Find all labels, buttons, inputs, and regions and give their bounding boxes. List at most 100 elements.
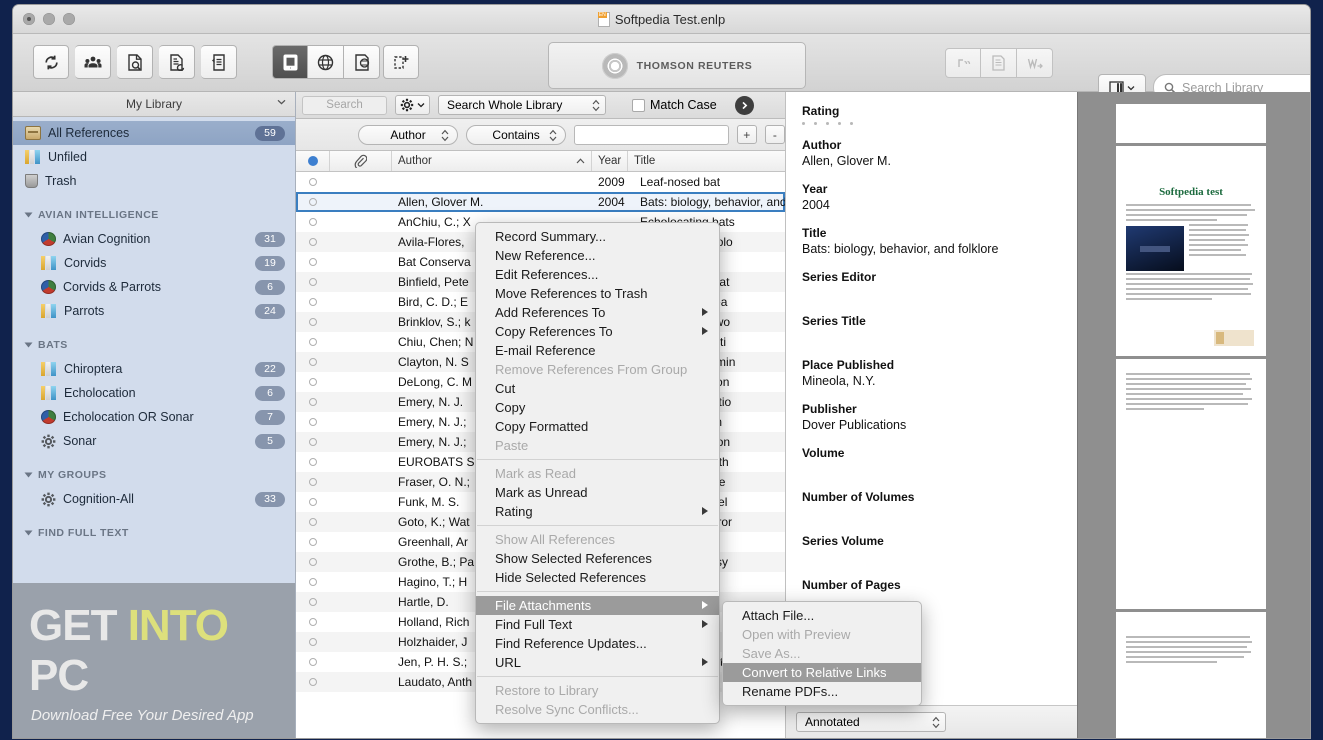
share-library-icon[interactable] [75, 45, 111, 79]
row-read-status[interactable] [296, 358, 330, 366]
row-read-status[interactable] [296, 438, 330, 446]
sidebar-item-parrots[interactable]: Parrots 24 [13, 299, 295, 323]
menu-item-rating[interactable]: Rating [476, 502, 719, 521]
sidebar-item-echolocation-or-sonar[interactable]: Echolocation OR Sonar 7 [13, 405, 295, 429]
search-collapse-button[interactable] [734, 95, 754, 115]
disclosure-triangle-icon[interactable] [24, 212, 33, 218]
sidebar-group-header[interactable]: AVIAN INTELLIGENCE [13, 203, 295, 227]
table-row[interactable]: Allen, Glover M. 2004 Bats: biology, behav… [296, 192, 785, 212]
preview-panel-icon[interactable] [272, 45, 308, 79]
sidebar-item-chiroptera[interactable]: Chiroptera 22 [13, 357, 295, 381]
row-read-status[interactable] [296, 378, 330, 386]
menu-item-cut[interactable]: Cut [476, 379, 719, 398]
rating-stars[interactable] [802, 122, 1061, 125]
pdf-preview-pane[interactable]: Softpedia test [1077, 92, 1310, 738]
context-menu[interactable]: Record Summary... New Reference... Edit Re… [475, 222, 720, 724]
menu-item-edit-references[interactable]: Edit References... [476, 265, 719, 284]
menu-item-record-summary[interactable]: Record Summary... [476, 227, 719, 246]
new-group-icon[interactable] [383, 45, 419, 79]
match-case-checkbox[interactable]: Match Case [632, 98, 717, 112]
column-year[interactable]: Year [592, 151, 628, 171]
online-search-icon[interactable] [117, 45, 153, 79]
menu-item-find-full-text[interactable]: Find Full Text [476, 615, 719, 634]
sidebar-item-unfiled[interactable]: Unfiled [13, 145, 295, 169]
row-read-status[interactable] [296, 478, 330, 486]
remove-filter-row-button[interactable]: - [764, 125, 785, 144]
row-read-status[interactable] [296, 578, 330, 586]
row-read-status[interactable] [296, 198, 330, 206]
filter-operator-select[interactable]: Contains [466, 124, 567, 145]
detail-field-value[interactable] [802, 462, 1061, 477]
menu-item-add-references-to[interactable]: Add References To [476, 303, 719, 322]
rating-star-icon[interactable] [826, 122, 829, 125]
search-options-button[interactable] [395, 95, 430, 115]
insert-citation-icon[interactable] [945, 48, 981, 78]
output-style-select[interactable]: Annotated [796, 712, 946, 732]
filter-value-input[interactable] [574, 124, 729, 145]
row-read-status[interactable] [296, 318, 330, 326]
row-read-status[interactable] [296, 678, 330, 686]
detail-field-value[interactable]: Bats: biology, behavior, and folklore [802, 242, 1061, 257]
sidebar-item-cognition-all[interactable]: Cognition-All 33 [13, 487, 295, 511]
row-read-status[interactable] [296, 218, 330, 226]
filter-field-select[interactable]: Author [358, 124, 459, 145]
detail-field-value[interactable] [802, 286, 1061, 301]
column-author[interactable]: Author [392, 151, 592, 171]
row-read-status[interactable] [296, 178, 330, 186]
match-case-box[interactable] [632, 98, 645, 112]
sidebar-item-avian-cognition[interactable]: Avian Cognition 31 [13, 227, 295, 251]
sidebar-item-corvids[interactable]: Corvids 19 [13, 251, 295, 275]
disclosure-triangle-icon[interactable] [24, 530, 33, 536]
row-read-status[interactable] [296, 618, 330, 626]
column-title[interactable]: Title [628, 151, 785, 171]
row-read-status[interactable] [296, 338, 330, 346]
detail-field-value[interactable] [802, 330, 1061, 345]
sidebar-item-trash[interactable]: Trash [13, 169, 295, 193]
detail-field-value[interactable]: Allen, Glover M. [802, 154, 1061, 169]
rating-star-icon[interactable] [850, 122, 853, 125]
sidebar-group-header[interactable]: FIND FULL TEXT [13, 521, 295, 545]
search-scope-select[interactable]: Search Whole Library [438, 95, 606, 115]
submenu-item-convert-to-relative-links[interactable]: Convert to Relative Links [723, 663, 921, 682]
rating-star-icon[interactable] [838, 122, 841, 125]
menu-item-new-reference[interactable]: New Reference... [476, 246, 719, 265]
pdf-view-icon[interactable] [344, 45, 380, 79]
sidebar-item-sonar[interactable]: Sonar 5 [13, 429, 295, 453]
sidebar-item-echolocation[interactable]: Echolocation 6 [13, 381, 295, 405]
detail-field-value[interactable] [802, 550, 1061, 565]
row-read-status[interactable] [296, 278, 330, 286]
row-read-status[interactable] [296, 418, 330, 426]
menu-item-show-selected-references[interactable]: Show Selected References [476, 549, 719, 568]
sidebar-item-all-references[interactable]: All References 59 [13, 121, 295, 145]
search-button[interactable]: Search [302, 95, 387, 115]
detail-field-value[interactable]: Dover Publications [802, 418, 1061, 433]
row-read-status[interactable] [296, 598, 330, 606]
submenu-item-rename-pdfs[interactable]: Rename PDFs... [723, 682, 921, 701]
rating-star-icon[interactable] [814, 122, 817, 125]
detail-field-value[interactable]: Mineola, N.Y. [802, 374, 1061, 389]
row-read-status[interactable] [296, 658, 330, 666]
new-reference-icon[interactable] [159, 45, 195, 79]
row-read-status[interactable] [296, 238, 330, 246]
column-read-status[interactable] [296, 151, 330, 171]
library-selector[interactable]: My Library [13, 92, 295, 117]
go-to-word-icon[interactable] [1017, 48, 1053, 78]
menu-item-find-reference-updates[interactable]: Find Reference Updates... [476, 634, 719, 653]
disclosure-triangle-icon[interactable] [24, 472, 33, 478]
format-bibliography-icon[interactable] [981, 48, 1017, 78]
menu-item-copy-formatted[interactable]: Copy Formatted [476, 417, 719, 436]
table-row[interactable]: 2009 Leaf-nosed bat [296, 172, 785, 192]
menu-item-file-attachments[interactable]: File Attachments [476, 596, 719, 615]
detail-field-value[interactable]: 2004 [802, 198, 1061, 213]
import-icon[interactable] [201, 45, 237, 79]
detail-field-value[interactable] [802, 506, 1061, 521]
row-read-status[interactable] [296, 258, 330, 266]
row-read-status[interactable] [296, 558, 330, 566]
row-read-status[interactable] [296, 638, 330, 646]
file-attachments-submenu[interactable]: Attach File... Open with Preview Save As..… [722, 601, 922, 706]
row-read-status[interactable] [296, 498, 330, 506]
row-read-status[interactable] [296, 538, 330, 546]
menu-item-mark-as-unread[interactable]: Mark as Unread [476, 483, 719, 502]
rating-star-icon[interactable] [802, 122, 805, 125]
row-read-status[interactable] [296, 298, 330, 306]
